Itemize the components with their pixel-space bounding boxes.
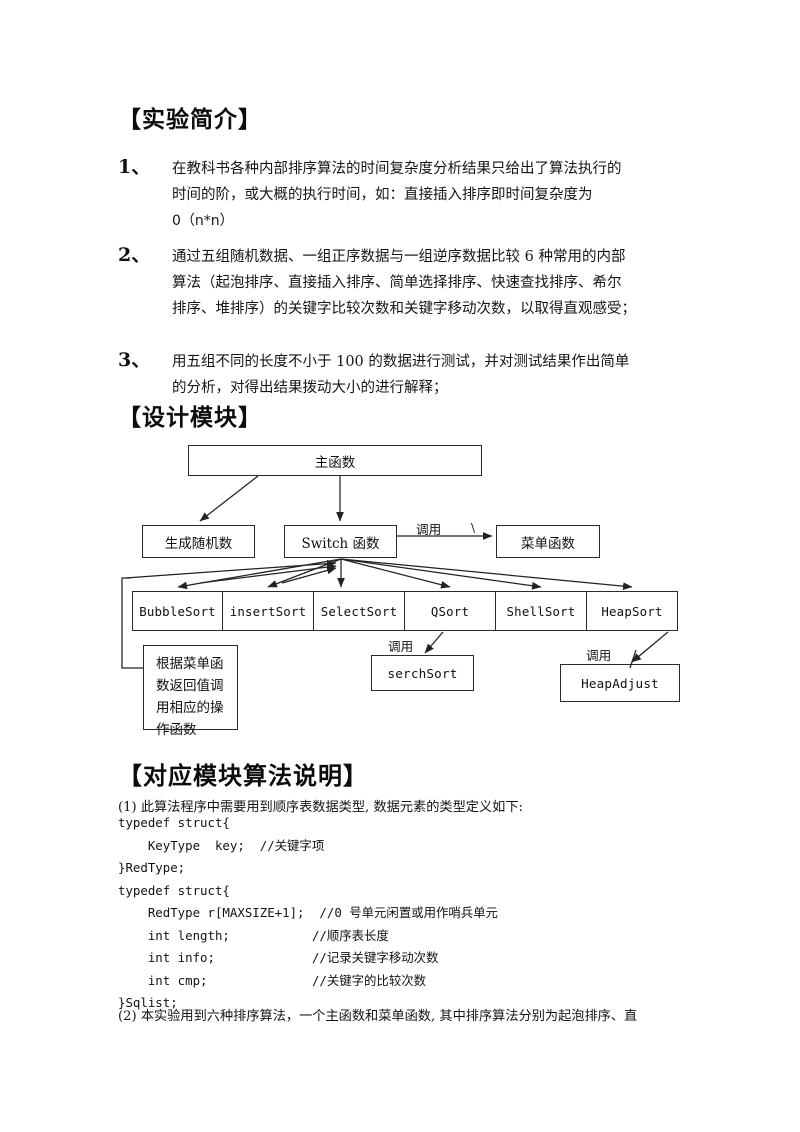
list-item-1-line-1: 在教科书各种内部排序算法的时间复杂度分析结果只给出了算法执行的	[172, 161, 622, 177]
flow-box-selectsort: SelectSort	[314, 591, 405, 631]
list-item-2-line-1: 通过五组随机数据、一组正序数据与一组逆序数据比较 6 种常用的内部	[172, 249, 626, 265]
document-page: 【实验简介】 1、 在教科书各种内部排序算法的时间复杂度分析结果只给出了算法执行…	[0, 0, 800, 1132]
flow-box-heapsort: HeapSort	[587, 591, 678, 631]
list-item-3-marker: 3、	[118, 349, 151, 371]
list-item-3-body: 用五组不同的长度不小于 100 的数据进行测试，并对测试结果作出简单 的分析，对…	[172, 349, 644, 401]
flow-box-heapadjust: HeapAdjust	[560, 664, 680, 702]
flow-box-main-function: 主函数	[188, 445, 482, 476]
heading-experiment-intro: 【实验简介】	[118, 106, 262, 133]
algorithm-note-2: (2) 本实验用到六种排序算法，一个主函数和菜单函数, 其中排序算法分别为起泡排…	[118, 1009, 638, 1024]
flow-note-line-4: 作函数	[156, 722, 197, 738]
list-item-2-line-2: 算法（起泡排序、直接插入排序、简单选择排序、快速查找排序、希尔	[172, 275, 622, 291]
list-item-1-line-3: 0（n*n）	[172, 213, 234, 229]
flow-box-switch-function: Switch 函数	[284, 525, 397, 558]
flow-box-random-generator: 生成随机数	[142, 525, 255, 558]
flow-box-menu-function: 菜单函数	[496, 525, 600, 558]
list-item-1-marker: 1、	[118, 156, 151, 178]
edge-tick-backslash: \	[471, 521, 476, 535]
flow-box-qsort: QSort	[405, 591, 496, 631]
flow-box-serchsort: serchSort	[371, 655, 474, 691]
flow-box-bubblesort: BubbleSort	[132, 591, 223, 631]
flow-box-note: 根据菜单函 数返回值调 用相应的操 作函数	[143, 645, 238, 738]
heading-design-module: 【设计模块】	[118, 404, 262, 431]
list-item-1-body: 在教科书各种内部排序算法的时间复杂度分析结果只给出了算法执行的 时间的阶，或大概…	[172, 156, 644, 234]
list-item-3-line-1: 用五组不同的长度不小于 100 的数据进行测试，并对测试结果作出简单	[172, 354, 630, 370]
code-block-struct-definitions: typedef struct{ KeyType key; //关键字项 }Red…	[118, 815, 498, 1010]
list-item-2-line-3: 排序、堆排序）的关键字比较次数和关键字移动次数，以取得直观感受；	[172, 301, 636, 317]
flow-note-line-2: 数返回值调	[156, 678, 224, 694]
flow-note-line-1: 根据菜单函	[156, 656, 224, 672]
list-item-1-line-2: 时间的阶，或大概的执行时间，如：直接插入排序即时间复杂度为	[172, 187, 593, 203]
list-item-2-marker: 2、	[118, 244, 151, 266]
flow-note-line-3: 用相应的操	[156, 700, 224, 716]
flow-box-insertsort: insertSort	[223, 591, 314, 631]
edge-label-heap-call: 调用	[586, 648, 612, 663]
list-item-2-body: 通过五组随机数据、一组正序数据与一组逆序数据比较 6 种常用的内部 算法（起泡排…	[172, 244, 644, 322]
edge-label-switch-to-menu: 调用	[416, 522, 442, 537]
heading-algorithm-description: 【对应模块算法说明】	[118, 761, 368, 790]
flow-box-shellsort: ShellSort	[496, 591, 587, 631]
edge-label-qsort-call: 调用	[388, 639, 414, 654]
